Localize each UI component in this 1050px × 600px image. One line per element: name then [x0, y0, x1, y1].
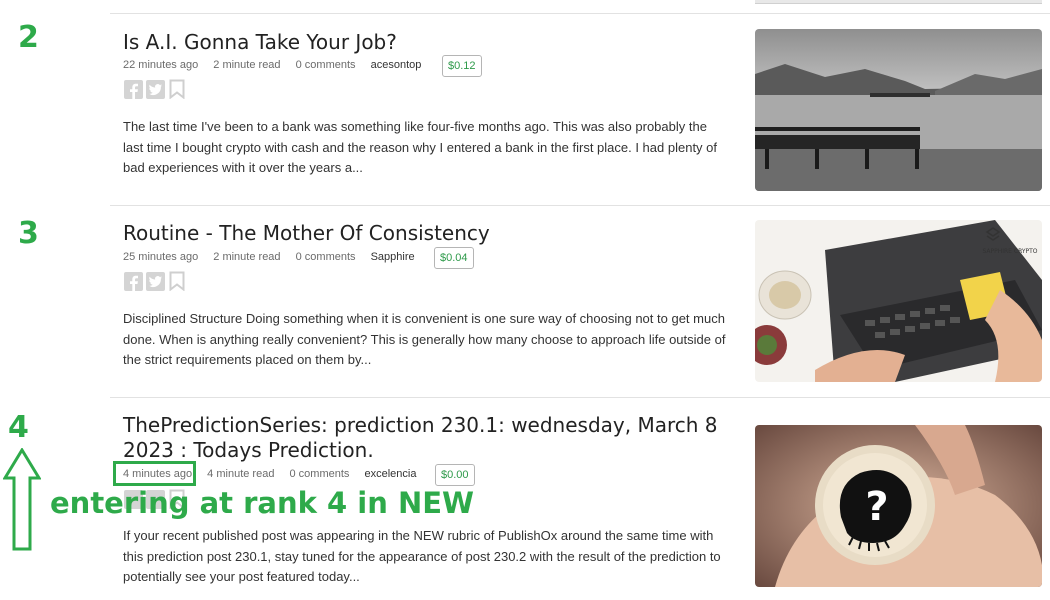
- twitter-icon[interactable]: [145, 271, 165, 291]
- post-title[interactable]: ThePredictionSeries: prediction 230.1: w…: [123, 413, 733, 463]
- previous-post-thumbnail[interactable]: [755, 0, 1042, 4]
- post-thumbnail[interactable]: ?: [755, 425, 1042, 587]
- post-meta: 22 minutes ago 2 minute read 0 comments …: [123, 59, 421, 71]
- read-time: 4 minute read: [207, 468, 275, 480]
- tip-badge[interactable]: $0.12: [442, 55, 482, 77]
- comment-count[interactable]: 0 comments: [290, 468, 350, 480]
- post-excerpt: Disciplined Structure Doing something wh…: [123, 311, 726, 367]
- tip-badge[interactable]: $0.04: [434, 247, 474, 269]
- highlight-box: [113, 461, 196, 486]
- author-link[interactable]: Sapphire: [371, 251, 415, 263]
- rank-number: 2: [18, 20, 39, 55]
- bookmark-icon[interactable]: [167, 271, 187, 291]
- read-time: 2 minute read: [213, 251, 281, 263]
- rank-number: 3: [18, 216, 39, 251]
- comment-count[interactable]: 0 comments: [296, 251, 356, 263]
- svg-text:?: ?: [865, 484, 888, 530]
- facebook-icon[interactable]: [123, 79, 143, 99]
- read-time: 2 minute read: [213, 59, 281, 71]
- share-icons: [123, 271, 187, 291]
- post-card: ThePredictionSeries: prediction 230.1: w…: [123, 413, 733, 463]
- post-card: Is A.I. Gonna Take Your Job?: [123, 30, 733, 55]
- post-meta: 25 minutes ago 2 minute read 0 comments …: [123, 251, 415, 263]
- post-thumbnail[interactable]: [755, 29, 1042, 191]
- rank-number: 4: [8, 410, 29, 445]
- top-divider: [110, 13, 1050, 14]
- author-link[interactable]: acesontop: [371, 59, 422, 71]
- post-excerpt: The last time I've been to a bank was so…: [123, 119, 718, 175]
- post-title[interactable]: Routine - The Mother Of Consistency: [123, 221, 733, 246]
- post-time: 25 minutes ago: [123, 251, 199, 263]
- post-divider: [110, 205, 1050, 206]
- facebook-icon[interactable]: [123, 271, 143, 291]
- post-card: Routine - The Mother Of Consistency: [123, 221, 733, 246]
- post-thumbnail[interactable]: SAPPHIRE CRYPTO: [755, 220, 1042, 382]
- author-link[interactable]: excelencia: [364, 468, 416, 480]
- twitter-icon[interactable]: [145, 79, 165, 99]
- up-arrow-icon: [3, 448, 41, 551]
- post-title[interactable]: Is A.I. Gonna Take Your Job?: [123, 30, 733, 55]
- bookmark-icon[interactable]: [167, 79, 187, 99]
- post-time: 22 minutes ago: [123, 59, 199, 71]
- annotation-label: entering at rank 4 in NEW: [50, 486, 475, 520]
- share-icons: [123, 79, 187, 99]
- tip-badge[interactable]: $0.00: [435, 464, 475, 486]
- comment-count[interactable]: 0 comments: [296, 59, 356, 71]
- post-excerpt: If your recent published post was appear…: [123, 528, 721, 584]
- post-divider: [110, 397, 1050, 398]
- thumbnail-brand-text: SAPPHIRE CRYPTO: [982, 248, 1037, 255]
